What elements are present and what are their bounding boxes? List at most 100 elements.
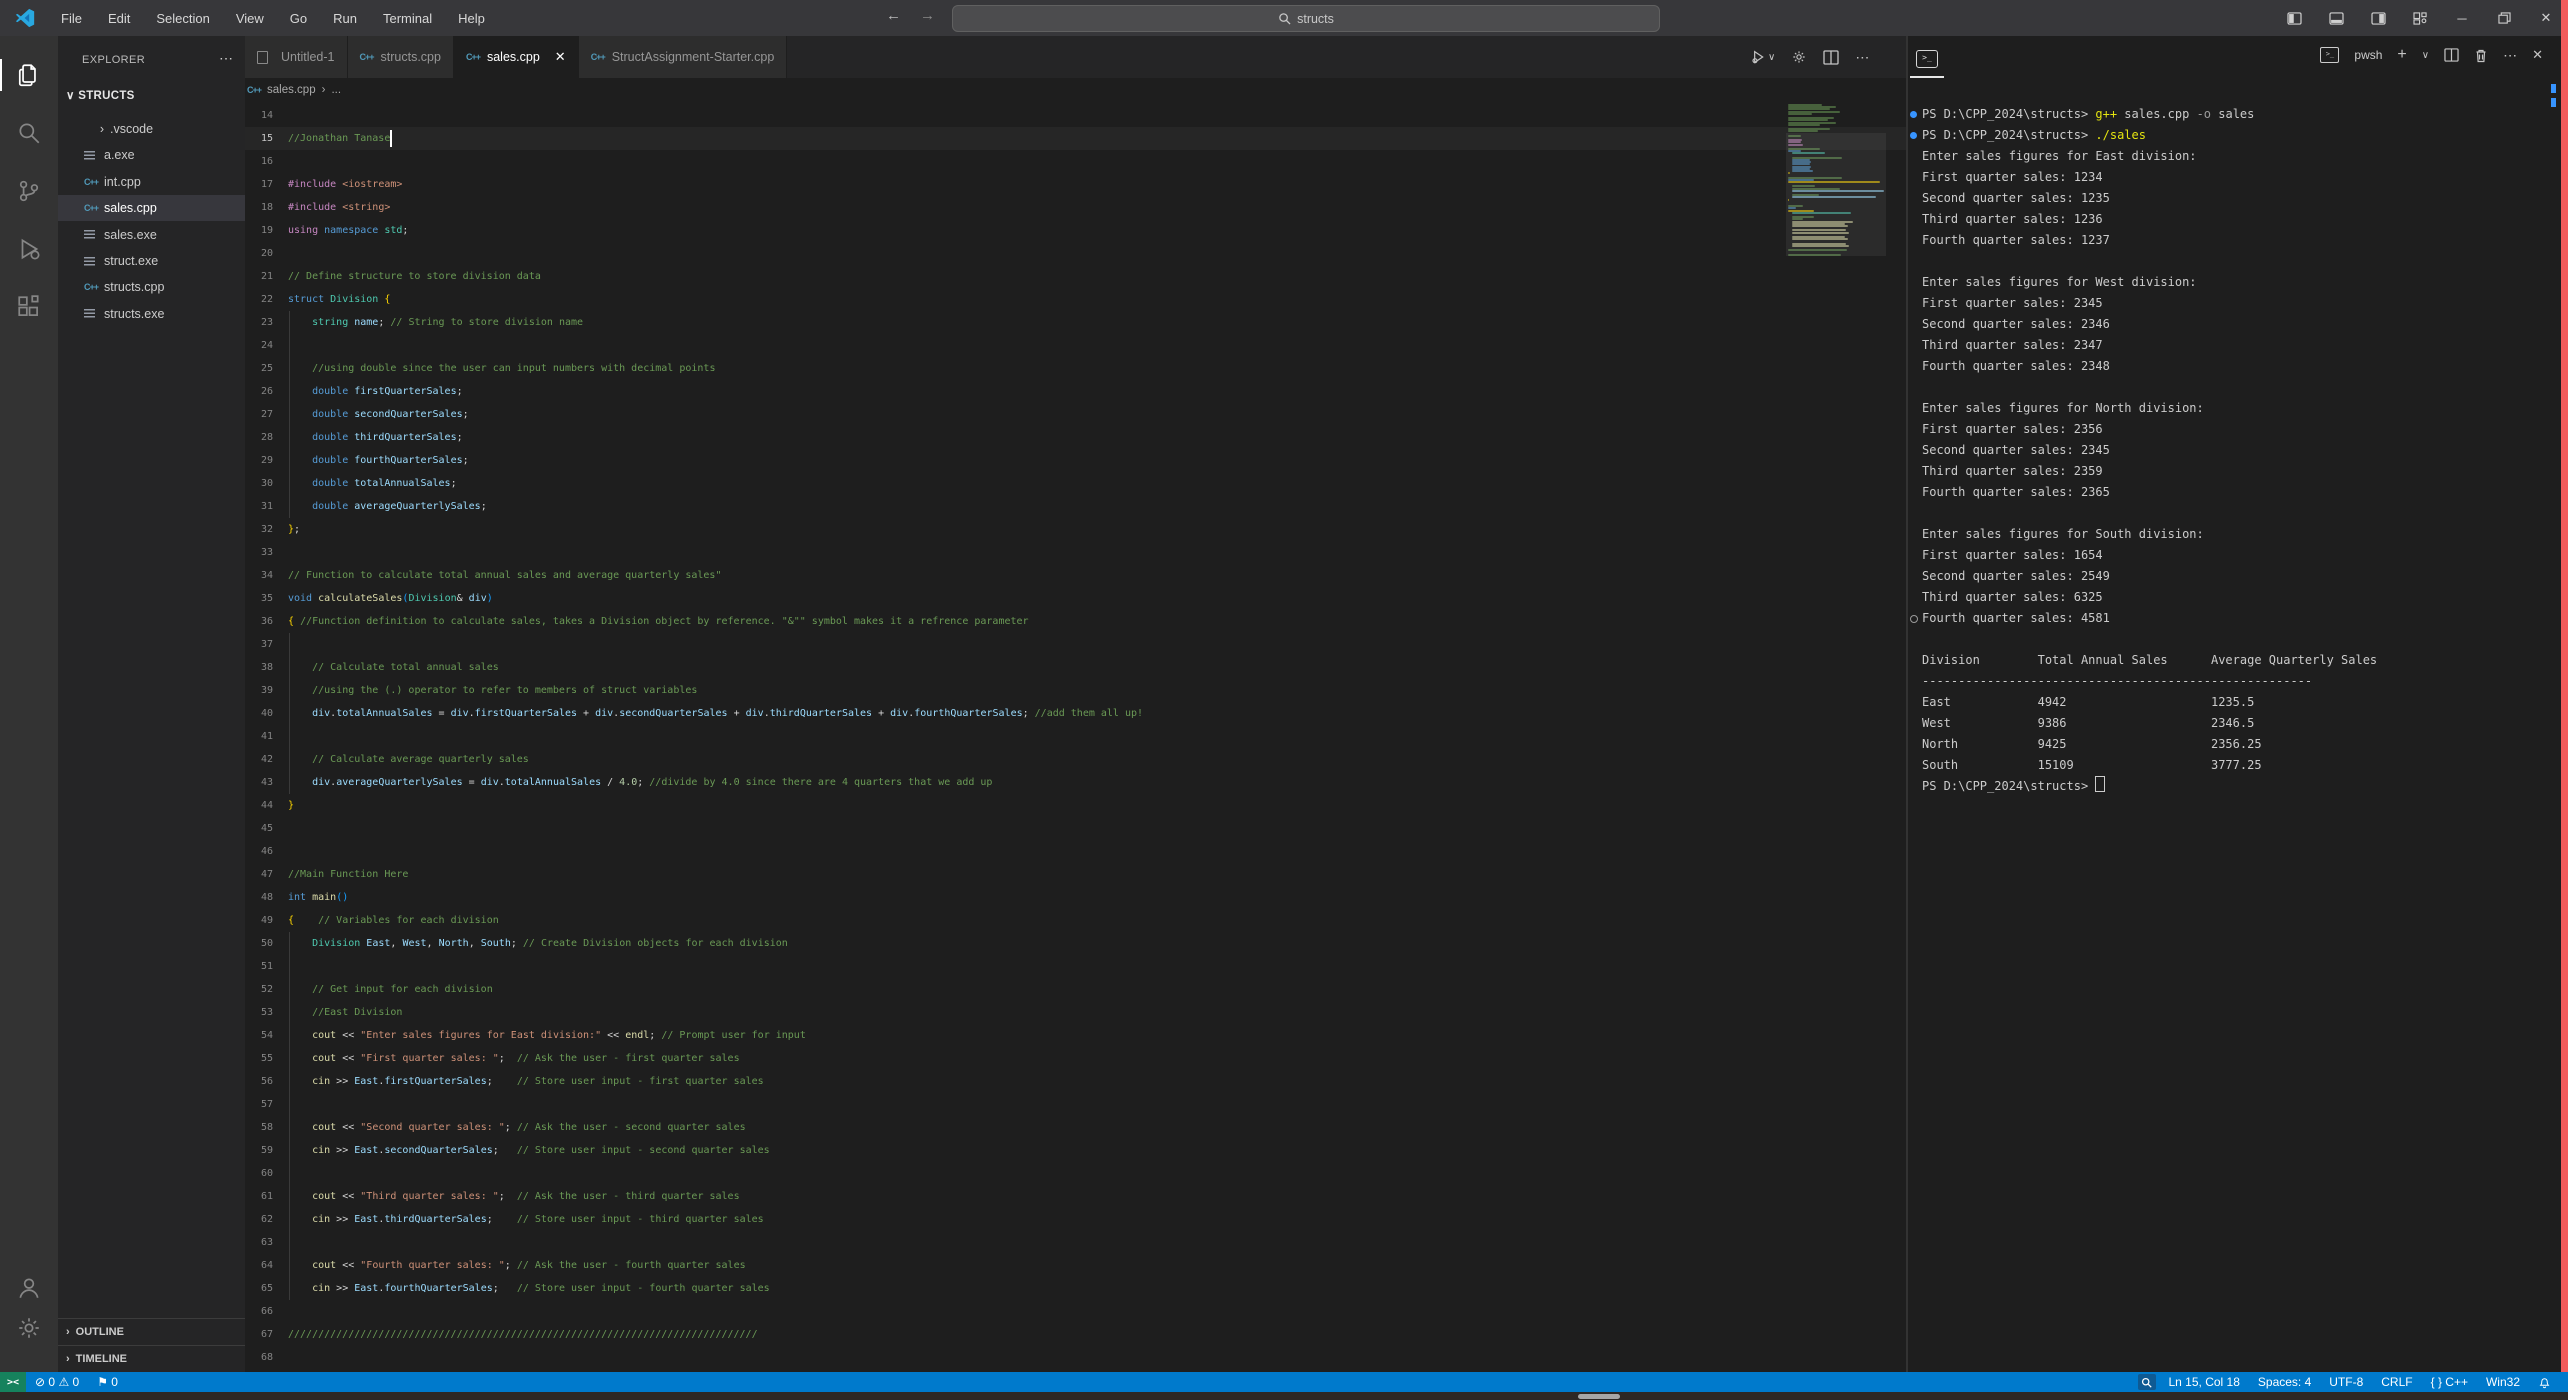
close-panel-icon[interactable]: ✕: [2532, 47, 2543, 63]
timeline-section[interactable]: › TIMELINE: [58, 1345, 245, 1372]
terminal-line: Fourth quarter sales: 4581: [1908, 608, 2561, 629]
close-tab-icon[interactable]: ✕: [555, 49, 566, 65]
breadcrumb-file[interactable]: sales.cpp: [267, 84, 316, 96]
split-terminal-icon[interactable]: [2444, 48, 2459, 62]
terminal-shell-icon: >_: [2320, 47, 2339, 63]
cpp-file-icon: C++: [247, 85, 261, 95]
terminal-profile-dropdown-icon[interactable]: ∨: [2422, 50, 2429, 61]
source-control-icon[interactable]: [13, 175, 45, 207]
outline-section[interactable]: › OUTLINE: [58, 1318, 245, 1345]
history-back-icon[interactable]: ←: [886, 7, 901, 24]
tab-StructAssignment-Starter.cpp[interactable]: C++StructAssignment-Starter.cpp: [579, 36, 788, 78]
account-icon[interactable]: [13, 1272, 45, 1304]
run-debug-button[interactable]: ∨: [1750, 49, 1775, 65]
status-encoding[interactable]: UTF-8: [2320, 1375, 2372, 1389]
settings-gear-icon[interactable]: [13, 1312, 45, 1344]
breadcrumb[interactable]: C++ sales.cpp › ...: [245, 78, 1906, 102]
remote-indicator[interactable]: ><: [0, 1372, 26, 1392]
terminal-more-actions-icon[interactable]: ⋯: [2503, 47, 2517, 64]
minimap-slider[interactable]: [1786, 133, 1886, 256]
terminal-line: East 4942 1235.5: [1908, 692, 2561, 713]
customize-layout-icon[interactable]: [2412, 10, 2428, 26]
tab-sales.cpp[interactable]: C++sales.cpp✕: [454, 36, 579, 78]
folder-section-header[interactable]: ∨ STRUCTS: [66, 88, 135, 102]
menu-go[interactable]: Go: [277, 11, 320, 26]
file-row-struct.exe[interactable]: struct.exe: [58, 248, 245, 274]
menu-run[interactable]: Run: [320, 11, 370, 26]
terminal-line: PS D:\CPP_2024\structs>: [1908, 776, 2561, 797]
close-window-icon[interactable]: ✕: [2538, 10, 2554, 26]
code-line-15: 15//Jonathan Tanase: [245, 127, 1906, 150]
menu-view[interactable]: View: [223, 11, 277, 26]
code-line-58: 58 cout << "Second quarter sales: "; // …: [245, 1116, 1906, 1139]
terminal-output[interactable]: PS D:\CPP_2024\structs> g++ sales.cpp -o…: [1908, 104, 2561, 1372]
terminal-line: North 9425 2356.25: [1908, 734, 2561, 755]
file-row-.vscode[interactable]: ›.vscode: [58, 116, 245, 142]
terminal-line: PS D:\CPP_2024\structs> g++ sales.cpp -o…: [1908, 104, 2561, 125]
file-label: struct.exe: [104, 254, 158, 268]
status-indentation[interactable]: Spaces: 4: [2249, 1375, 2320, 1389]
menu-selection[interactable]: Selection: [143, 11, 222, 26]
terminal-line: Second quarter sales: 2549: [1908, 566, 2561, 587]
menu-help[interactable]: Help: [445, 11, 498, 26]
editor-actions: ∨ ⋯: [1750, 36, 1869, 78]
terminal-line: First quarter sales: 1654: [1908, 545, 2561, 566]
terminal-line: [1908, 629, 2561, 650]
explorer-more-actions-icon[interactable]: ⋯: [219, 50, 233, 67]
command-ring-decoration: [1910, 615, 1918, 623]
file-label: sales.exe: [104, 228, 157, 242]
kill-terminal-icon[interactable]: [2474, 48, 2488, 63]
terminal-panel[interactable]: >_ >_ pwsh + ∨ ⋯ ✕ PS D:\CPP_2024\struct…: [1908, 36, 2561, 1372]
status-cursor-position[interactable]: Ln 15, Col 18: [2160, 1375, 2249, 1389]
more-actions-icon[interactable]: ⋯: [1855, 49, 1869, 66]
explorer-icon[interactable]: [13, 59, 45, 91]
gear-icon[interactable]: [1791, 49, 1807, 65]
status-problems[interactable]: ⊘ 0 ⚠ 0: [26, 1375, 88, 1389]
file-row-a.exe[interactable]: a.exe: [58, 142, 245, 168]
code-line-35: 35void calculateSales(Division& div): [245, 587, 1906, 610]
extensions-icon[interactable]: [13, 291, 45, 323]
code-editor[interactable]: 1415//Jonathan Tanase1617#include <iostr…: [245, 102, 1906, 1372]
toggle-panel-icon[interactable]: [2328, 10, 2344, 26]
code-line-34: 34// Function to calculate total annual …: [245, 564, 1906, 587]
notifications-bell-icon[interactable]: [2529, 1376, 2560, 1389]
minimap[interactable]: [1786, 104, 1886, 344]
history-forward-icon[interactable]: →: [920, 7, 935, 24]
status-language-mode[interactable]: { } C++: [2422, 1375, 2477, 1389]
menu-terminal[interactable]: Terminal: [370, 11, 445, 26]
magnifier-icon[interactable]: [2138, 1374, 2156, 1390]
vscode-logo-icon: [14, 8, 36, 28]
terminal-tab-icon[interactable]: >_: [1916, 50, 1938, 68]
run-debug-icon[interactable]: [13, 233, 45, 265]
minimize-icon[interactable]: ─: [2454, 10, 2470, 26]
menu-edit[interactable]: Edit: [95, 11, 143, 26]
restore-icon[interactable]: [2496, 10, 2512, 26]
file-row-int.cpp[interactable]: C++int.cpp: [58, 169, 245, 195]
file-row-sales.exe[interactable]: sales.exe: [58, 222, 245, 248]
menu-file[interactable]: File: [48, 11, 95, 26]
toggle-secondary-sidebar-icon[interactable]: [2370, 10, 2386, 26]
file-row-structs.exe[interactable]: structs.exe: [58, 301, 245, 327]
status-eol[interactable]: CRLF: [2372, 1375, 2421, 1389]
code-line-56: 56 cin >> East.firstQuarterSales; // Sto…: [245, 1070, 1906, 1093]
sidebar-title: EXPLORER: [82, 54, 145, 66]
split-editor-icon[interactable]: [1823, 50, 1839, 65]
status-platform[interactable]: Win32: [2477, 1375, 2529, 1389]
code-line-25: 25 //using double since the user can inp…: [245, 357, 1906, 380]
file-label: int.cpp: [104, 175, 141, 189]
command-center-search[interactable]: structs: [952, 5, 1660, 32]
search-icon[interactable]: [13, 117, 45, 149]
toggle-sidebar-icon[interactable]: [2286, 10, 2302, 26]
tab-Untitled-1[interactable]: Untitled-1: [245, 36, 348, 78]
code-line-41: 41: [245, 725, 1906, 748]
indent-guide: [289, 633, 290, 794]
cpp-file-icon: C++: [84, 177, 104, 187]
new-terminal-icon[interactable]: +: [2397, 46, 2406, 64]
explorer-sidebar: EXPLORER ⋯ ∨ STRUCTS ›.vscodea.exeC++int…: [58, 36, 245, 1372]
status-ports[interactable]: ⚑ 0: [88, 1375, 127, 1389]
file-row-structs.cpp[interactable]: C++structs.cpp: [58, 274, 245, 300]
file-row-sales.cpp[interactable]: C++sales.cpp: [58, 195, 245, 221]
tab-structs.cpp[interactable]: C++structs.cpp: [348, 36, 454, 78]
breadcrumb-more[interactable]: ...: [331, 84, 341, 96]
code-line-57: 57: [245, 1093, 1906, 1116]
